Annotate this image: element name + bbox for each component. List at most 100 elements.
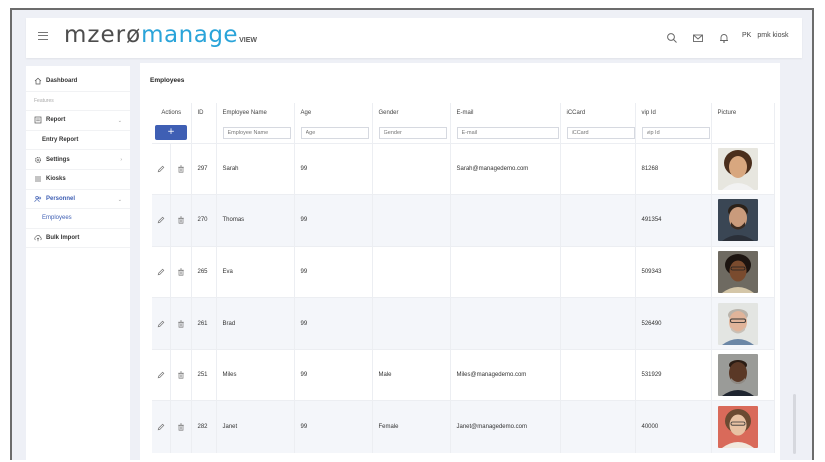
sidebar-item-label: Settings	[46, 156, 70, 163]
employee-photo	[717, 250, 758, 293]
logo-brand: manage	[141, 22, 239, 48]
cell-id: 265	[191, 245, 217, 298]
employee-photo	[717, 147, 758, 190]
gender-filter[interactable]	[378, 126, 447, 139]
sidebar-item-report[interactable]: Report ⌄	[26, 111, 130, 131]
cell-id: 282	[191, 400, 217, 453]
cell-vip-id: 81268	[635, 142, 712, 195]
cell-age: 99	[294, 245, 373, 298]
bell-icon[interactable]	[718, 32, 730, 44]
trash-icon[interactable]	[177, 216, 185, 224]
age-filter[interactable]	[300, 126, 369, 139]
column-header-actions: Actions	[152, 103, 192, 123]
cell-gender: Female	[372, 400, 451, 453]
employees-panel: Employees Actions ID Employee Name Age G…	[140, 63, 780, 460]
cell-email: Miles@managedemo.com	[450, 348, 561, 401]
cell-iccard	[560, 245, 636, 298]
cell-vip-id: 531929	[635, 348, 712, 401]
cell-vip-id: 491354	[635, 194, 712, 247]
column-header-iccard[interactable]: iCCard	[560, 103, 636, 123]
sidebar-item-personnel[interactable]: Personnel ⌄	[26, 190, 130, 210]
cell-gender	[372, 297, 451, 350]
cell-age: 99	[294, 142, 373, 195]
sidebar-item-label: Employees	[42, 215, 72, 222]
sidebar-item-settings[interactable]: Settings ›	[26, 150, 130, 170]
chevron-down-icon: ⌄	[117, 196, 122, 203]
sidebar-item-label: Bulk Import	[46, 235, 80, 242]
sidebar-item-label: Dashboard	[46, 78, 78, 85]
menu-icon[interactable]	[38, 32, 48, 40]
chevron-down-icon: ⌄	[117, 118, 122, 125]
sidebar-item-dashboard[interactable]: Dashboard	[26, 72, 130, 92]
upload-icon	[34, 235, 42, 242]
sidebar-item-kiosks[interactable]: Kiosks	[26, 170, 130, 190]
table-row: 251 Miles 99 Male Miles@managedemo.com 5…	[152, 348, 775, 401]
top-bar: mzerømanageVIEW PK pmk kiosk	[26, 18, 802, 58]
sidebar-item-label: Entry Report	[42, 137, 79, 144]
logo-main: mzerø	[64, 22, 142, 48]
app-window: mzerømanageVIEW PK pmk kiosk Dashboard Fe…	[10, 8, 814, 460]
sidebar-item-employees[interactable]: Employees	[26, 209, 130, 229]
cell-email: Sarah@managedemo.com	[450, 142, 561, 195]
iccard-filter[interactable]	[566, 126, 634, 139]
sidebar-item-label: Kiosks	[46, 176, 66, 183]
cell-email	[450, 297, 561, 350]
report-icon	[34, 117, 42, 124]
trash-icon[interactable]	[177, 268, 185, 276]
pencil-icon[interactable]	[157, 320, 165, 328]
column-header-picture: Picture	[711, 103, 775, 123]
vip-id-filter[interactable]	[641, 126, 710, 139]
pencil-icon[interactable]	[157, 371, 165, 379]
mail-icon[interactable]	[692, 32, 704, 44]
cell-age: 99	[294, 400, 373, 453]
trash-icon[interactable]	[177, 320, 185, 328]
employees-table: Actions ID Employee Name Age Gender E-ma…	[152, 103, 775, 453]
sidebar-item-bulk-import[interactable]: Bulk Import	[26, 229, 130, 249]
cell-name: Thomas	[216, 194, 295, 247]
sidebar-item-label: Report	[46, 117, 66, 124]
cell-age: 99	[294, 297, 373, 350]
employee-name-filter[interactable]	[222, 126, 291, 139]
add-employee-button[interactable]: +	[155, 125, 187, 141]
user-menu[interactable]: PK pmk kiosk	[742, 32, 788, 39]
trash-icon[interactable]	[177, 165, 185, 173]
column-header-vip-id[interactable]: vip Id	[635, 103, 712, 123]
table-header-row: Actions ID Employee Name Age Gender E-ma…	[152, 103, 775, 123]
cell-name: Sarah	[216, 142, 295, 195]
sidebar-item-label: Personnel	[46, 195, 76, 202]
table-row: 270 Thomas 99 491354	[152, 194, 775, 247]
cell-name: Brad	[216, 297, 295, 350]
cell-id: 297	[191, 142, 217, 195]
column-header-age[interactable]: Age	[294, 103, 373, 123]
search-icon[interactable]	[666, 32, 678, 44]
cell-id: 251	[191, 348, 217, 401]
cell-name: Miles	[216, 348, 295, 401]
cell-vip-id: 526490	[635, 297, 712, 350]
pencil-icon[interactable]	[157, 423, 165, 431]
cell-email: Janet@managedemo.com	[450, 400, 561, 453]
table-row: 282 Janet 99 Female Janet@managedemo.com…	[152, 400, 775, 453]
page-scrollbar[interactable]	[793, 394, 796, 454]
sidebar-item-entry-report[interactable]: Entry Report	[26, 131, 130, 151]
cell-gender	[372, 142, 451, 195]
table-row: 265 Eva 99 509343	[152, 245, 775, 298]
cell-email	[450, 194, 561, 247]
employee-photo	[717, 406, 758, 449]
table-row: 297 Sarah 99 Sarah@managedemo.com 81268	[152, 142, 775, 195]
employee-photo	[717, 302, 758, 345]
people-icon	[34, 195, 42, 202]
trash-icon[interactable]	[177, 371, 185, 379]
column-header-email[interactable]: E-mail	[450, 103, 561, 123]
column-header-name[interactable]: Employee Name	[216, 103, 295, 123]
pencil-icon[interactable]	[157, 268, 165, 276]
sidebar-section-label: Features	[34, 97, 54, 104]
pencil-icon[interactable]	[157, 216, 165, 224]
cell-email	[450, 245, 561, 298]
email-filter[interactable]	[456, 126, 559, 139]
pencil-icon[interactable]	[157, 165, 165, 173]
user-name: pmk kiosk	[757, 32, 789, 39]
chevron-right-icon: ›	[120, 157, 122, 164]
trash-icon[interactable]	[177, 423, 185, 431]
column-header-gender[interactable]: Gender	[372, 103, 451, 123]
column-header-id[interactable]: ID	[191, 103, 217, 123]
